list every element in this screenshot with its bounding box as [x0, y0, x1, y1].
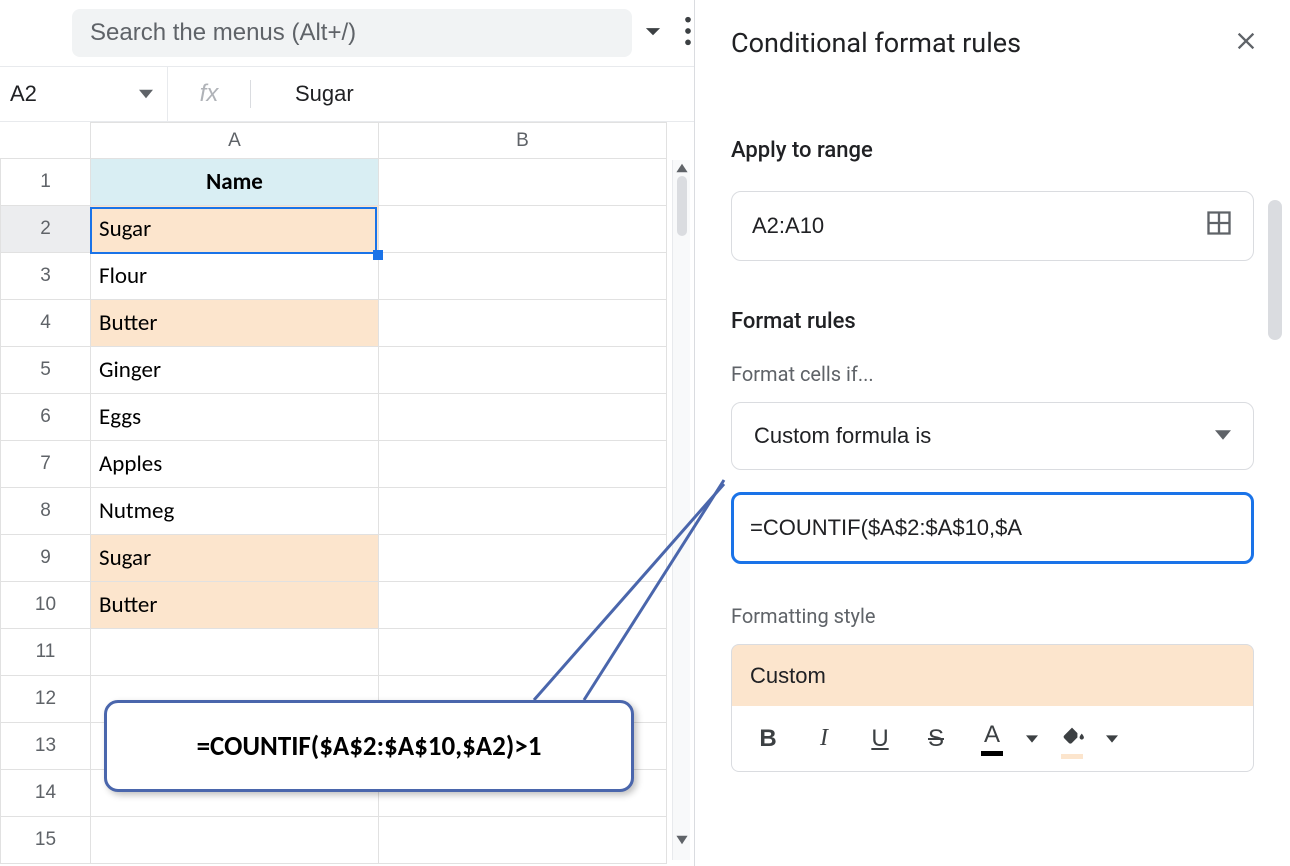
row-header[interactable]: 3	[1, 253, 91, 300]
select-range-icon[interactable]	[1205, 209, 1233, 243]
style-preview[interactable]: Custom	[731, 644, 1254, 706]
cell[interactable]: Eggs	[91, 394, 379, 441]
condition-dropdown[interactable]: Custom formula is	[731, 402, 1254, 470]
name-box-value: A2	[10, 81, 37, 107]
cell[interactable]	[379, 488, 667, 535]
fill-color-dropdown[interactable]	[1100, 733, 1124, 745]
fill-color-button[interactable]	[1044, 715, 1100, 763]
cell[interactable]	[379, 629, 667, 676]
cell[interactable]: Nutmeg	[91, 488, 379, 535]
formula-callout: =COUNTIF($A$2:$A$10,$A2)>1	[104, 700, 634, 792]
panel-scroll-thumb[interactable]	[1268, 200, 1282, 340]
format-cells-if-label: Format cells if...	[731, 362, 1254, 386]
column-header[interactable]: A	[91, 123, 379, 159]
scroll-down-icon[interactable]	[675, 832, 689, 846]
underline-button[interactable]: U	[852, 715, 908, 763]
fx-label: fx	[168, 67, 250, 121]
paint-bucket-icon	[1059, 719, 1085, 752]
row-header[interactable]: 7	[1, 441, 91, 488]
cell[interactable]	[379, 206, 667, 253]
more-icon[interactable]	[682, 14, 694, 52]
text-color-button[interactable]: A	[964, 715, 1020, 763]
scroll-thumb[interactable]	[677, 176, 687, 236]
column-header[interactable]: B	[379, 123, 667, 159]
cell[interactable]	[379, 582, 667, 629]
cell[interactable]: Name	[91, 159, 379, 206]
cell[interactable]: Butter	[91, 300, 379, 347]
cell[interactable]: Apples	[91, 441, 379, 488]
menu-search-input[interactable]: Search the menus (Alt+/)	[72, 9, 632, 57]
cell[interactable]	[379, 347, 667, 394]
row-header[interactable]: 14	[1, 770, 91, 817]
row-header[interactable]: 5	[1, 347, 91, 394]
format-rules-label: Format rules	[731, 309, 1254, 334]
text-color-dropdown[interactable]	[1020, 733, 1044, 745]
custom-formula-value: =COUNTIF($A$2:$A$10,$A	[750, 515, 1022, 541]
select-all-corner[interactable]	[1, 123, 91, 159]
row-header[interactable]: 9	[1, 535, 91, 582]
style-preview-label: Custom	[750, 663, 826, 689]
formatting-style-label: Formatting style	[731, 604, 1254, 628]
dropdown-arrow-icon	[139, 81, 153, 107]
row-header[interactable]: 6	[1, 394, 91, 441]
row-header[interactable]: 12	[1, 676, 91, 723]
scroll-up-icon[interactable]	[675, 160, 689, 174]
cell[interactable]	[379, 535, 667, 582]
formula-bar-value: Sugar	[295, 81, 354, 107]
apply-range-label: Apply to range	[731, 138, 1254, 163]
vertical-scrollbar[interactable]	[672, 160, 690, 860]
style-toolbar: B I U S A	[731, 706, 1254, 772]
chevron-down-icon[interactable]	[636, 14, 670, 52]
cell[interactable]: Sugar	[91, 535, 379, 582]
cell[interactable]: Sugar	[91, 206, 379, 253]
bold-button[interactable]: B	[740, 715, 796, 763]
name-box[interactable]: A2	[0, 67, 168, 121]
conditional-format-panel: Conditional format rules Apply to range …	[694, 0, 1290, 866]
cell[interactable]	[379, 394, 667, 441]
formula-bar[interactable]: Sugar	[251, 67, 354, 121]
condition-dropdown-value: Custom formula is	[754, 423, 931, 449]
dropdown-arrow-icon	[1215, 423, 1231, 449]
cell[interactable]: Flour	[91, 253, 379, 300]
row-header[interactable]: 15	[1, 817, 91, 864]
cell[interactable]: Butter	[91, 582, 379, 629]
cell[interactable]	[379, 300, 667, 347]
row-header[interactable]: 8	[1, 488, 91, 535]
cell[interactable]	[91, 629, 379, 676]
row-header[interactable]: 13	[1, 723, 91, 770]
cell[interactable]: Ginger	[91, 347, 379, 394]
custom-formula-input[interactable]: =COUNTIF($A$2:$A$10,$A	[731, 492, 1254, 564]
row-header[interactable]: 2	[1, 206, 91, 253]
cell[interactable]	[379, 817, 667, 864]
cell[interactable]	[91, 817, 379, 864]
apply-range-value: A2:A10	[752, 213, 824, 239]
cell[interactable]	[379, 159, 667, 206]
row-header[interactable]: 11	[1, 629, 91, 676]
panel-title: Conditional format rules	[731, 27, 1021, 59]
strikethrough-button[interactable]: S	[908, 715, 964, 763]
cell[interactable]	[379, 441, 667, 488]
row-header[interactable]: 4	[1, 300, 91, 347]
cell[interactable]	[379, 253, 667, 300]
menu-search-placeholder: Search the menus (Alt+/)	[90, 19, 356, 47]
italic-button[interactable]: I	[796, 715, 852, 763]
row-header[interactable]: 10	[1, 582, 91, 629]
close-icon[interactable]	[1232, 27, 1260, 59]
callout-text: =COUNTIF($A$2:$A$10,$A2)>1	[197, 730, 542, 763]
apply-range-input[interactable]: A2:A10	[731, 191, 1254, 261]
row-header[interactable]: 1	[1, 159, 91, 206]
